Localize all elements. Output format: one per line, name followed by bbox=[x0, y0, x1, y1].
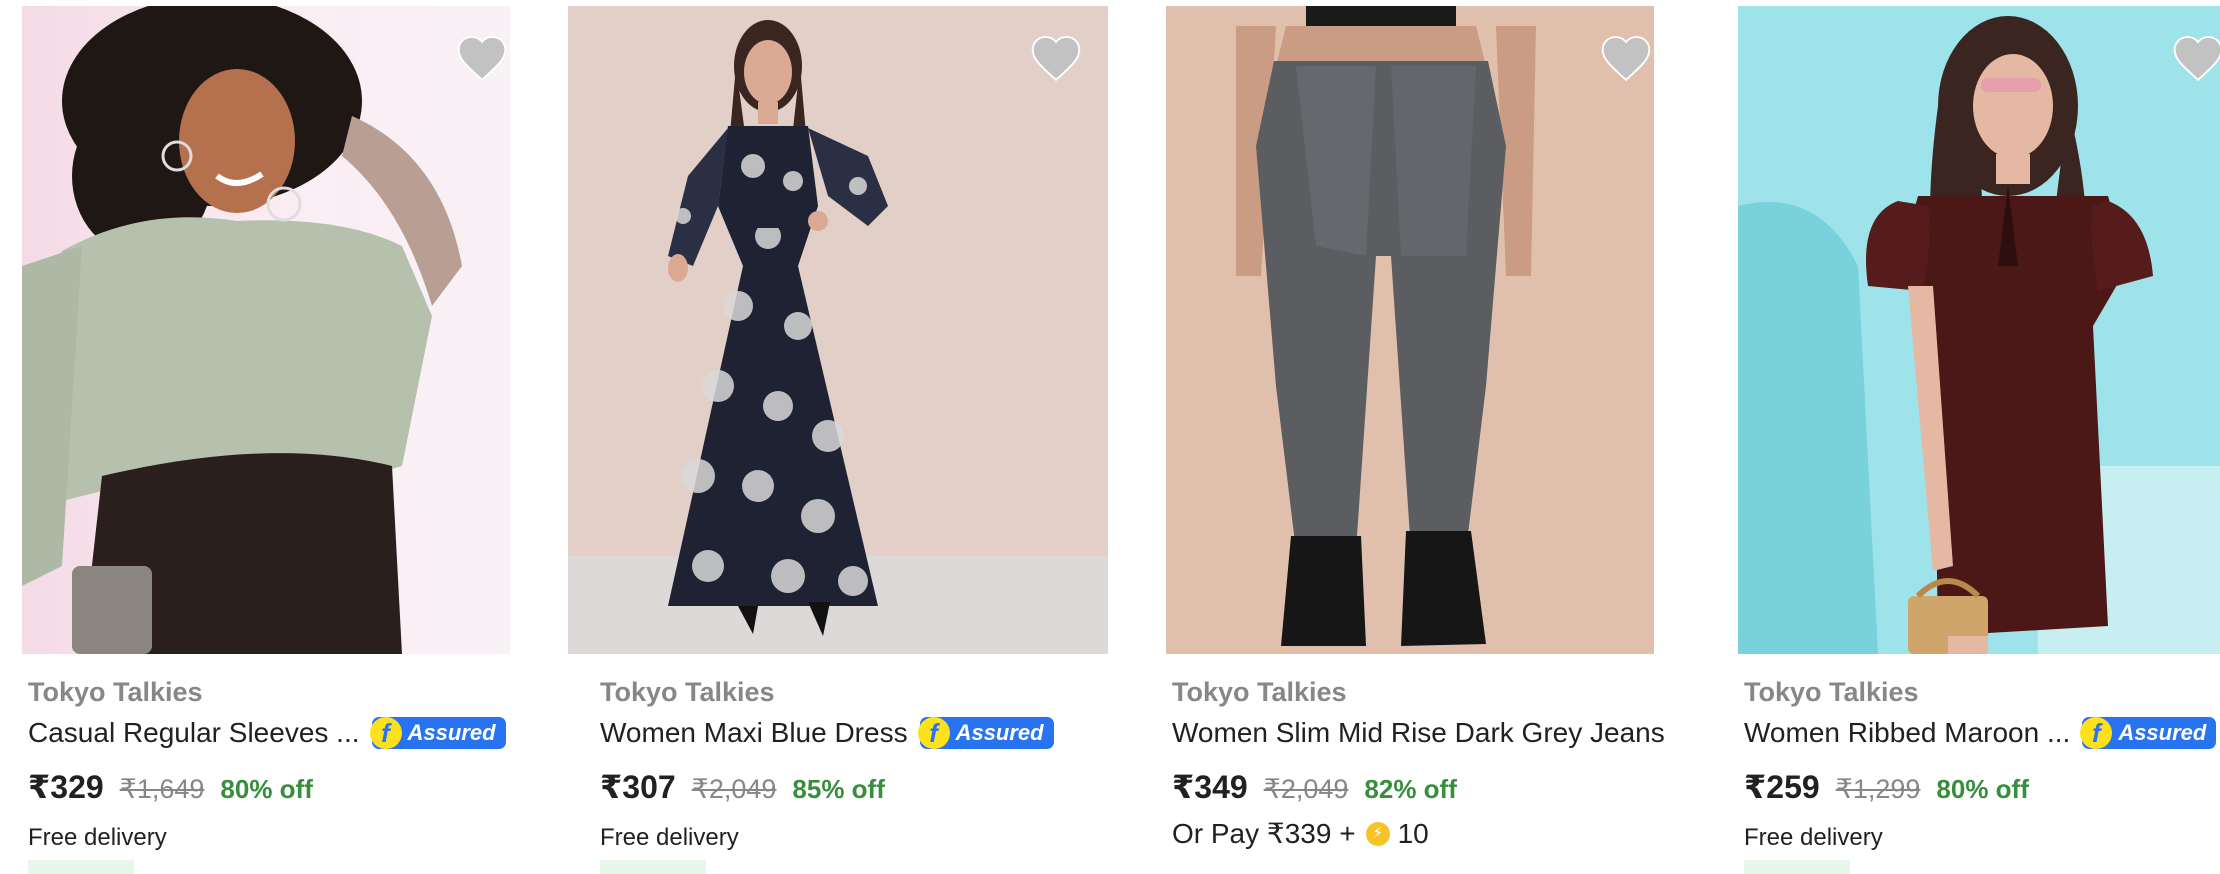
pay-prefix: Or Pay ₹339 + bbox=[1172, 818, 1356, 849]
product-image[interactable] bbox=[22, 6, 510, 654]
product-brand: Tokyo Talkies bbox=[1744, 677, 1919, 707]
product-title[interactable]: Women Slim Mid Rise Dark Grey Jeans bbox=[1172, 713, 1665, 753]
product-title[interactable]: Women Ribbed Maroon ... bbox=[1744, 713, 2070, 753]
product-title[interactable]: Casual Regular Sleeves ... bbox=[28, 713, 360, 753]
flipkart-f-icon: f bbox=[369, 717, 402, 749]
product-image[interactable] bbox=[1738, 6, 2220, 654]
product-card[interactable]: Tokyo Talkies Women Maxi Blue Dress f As… bbox=[568, 0, 1154, 874]
flipkart-assured-badge: f Assured bbox=[917, 717, 1054, 749]
product-image[interactable] bbox=[1166, 6, 1654, 654]
flipkart-assured-badge: f Assured bbox=[2080, 717, 2217, 749]
product-card[interactable]: Tokyo Talkies Casual Regular Sleeves ...… bbox=[22, 0, 582, 874]
product-card[interactable]: Tokyo Talkies Women Slim Mid Rise Dark G… bbox=[1166, 0, 1726, 874]
delivery-info: Free delivery bbox=[600, 824, 739, 851]
wishlist-heart-icon[interactable] bbox=[1028, 30, 1084, 86]
model-floral-maxi-dress-photo bbox=[568, 6, 1108, 654]
product-mrp: ₹2,049 bbox=[691, 774, 777, 804]
model-maroon-dress-photo bbox=[1738, 6, 2220, 654]
product-info: Tokyo Talkies Women Ribbed Maroon ... f … bbox=[1744, 672, 2220, 858]
product-grid: Tokyo Talkies Casual Regular Sleeves ...… bbox=[0, 0, 2220, 874]
offer-tag bbox=[1744, 860, 1850, 874]
offer-tag bbox=[28, 860, 134, 874]
product-image[interactable] bbox=[568, 6, 1108, 654]
product-price: ₹349 bbox=[1172, 769, 1248, 805]
supercoin-pay-option: Or Pay ₹339 + ⚡ 10 bbox=[1172, 814, 1722, 854]
product-mrp: ₹1,299 bbox=[1835, 774, 1921, 804]
supercoin-icon: ⚡ bbox=[1365, 822, 1390, 846]
supercoin-amount: 10 bbox=[1397, 818, 1429, 849]
wishlist-heart-icon[interactable] bbox=[2170, 30, 2220, 86]
product-title[interactable]: Women Maxi Blue Dress bbox=[600, 713, 908, 753]
product-brand: Tokyo Talkies bbox=[28, 677, 203, 707]
product-price: ₹329 bbox=[28, 769, 104, 805]
product-brand: Tokyo Talkies bbox=[1172, 677, 1347, 707]
product-card[interactable]: Tokyo Talkies Women Ribbed Maroon ... f … bbox=[1738, 0, 2220, 874]
flipkart-assured-badge: f Assured bbox=[369, 717, 506, 749]
assured-label: Assured bbox=[955, 720, 1044, 745]
product-mrp: ₹2,049 bbox=[1263, 774, 1349, 804]
product-discount: 80% off bbox=[220, 774, 313, 804]
product-brand: Tokyo Talkies bbox=[600, 677, 775, 707]
product-price: ₹259 bbox=[1744, 769, 1820, 805]
product-info: Tokyo Talkies Casual Regular Sleeves ...… bbox=[28, 672, 578, 858]
delivery-info: Free delivery bbox=[28, 824, 167, 851]
offer-tag bbox=[600, 860, 706, 874]
product-info: Tokyo Talkies Women Maxi Blue Dress f As… bbox=[600, 672, 1150, 858]
product-info: Tokyo Talkies Women Slim Mid Rise Dark G… bbox=[1172, 672, 1722, 854]
wishlist-heart-icon[interactable] bbox=[454, 30, 510, 86]
product-price: ₹307 bbox=[600, 769, 676, 805]
product-discount: 80% off bbox=[1936, 774, 2029, 804]
flipkart-f-icon: f bbox=[917, 717, 950, 749]
product-discount: 82% off bbox=[1364, 774, 1457, 804]
assured-label: Assured bbox=[2118, 720, 2207, 745]
product-mrp: ₹1,649 bbox=[119, 774, 205, 804]
model-grey-jeans-photo bbox=[1166, 6, 1654, 654]
assured-label: Assured bbox=[407, 720, 496, 745]
wishlist-heart-icon[interactable] bbox=[1598, 30, 1654, 86]
delivery-info: Free delivery bbox=[1744, 824, 1883, 851]
flipkart-f-icon: f bbox=[2080, 717, 2113, 749]
model-green-top-photo bbox=[22, 6, 510, 654]
product-discount: 85% off bbox=[792, 774, 885, 804]
